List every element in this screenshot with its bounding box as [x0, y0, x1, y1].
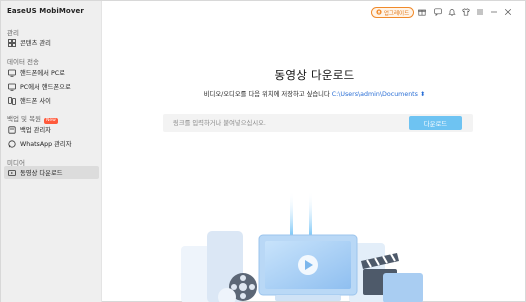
save-location-text: 비디오/오디오를 다음 위치에 저장하고 싶습니다 C:\Users\admin… — [102, 89, 526, 98]
sidebar-item-label: 동영상 다운로드 — [20, 170, 63, 177]
shirt-icon[interactable] — [461, 7, 471, 17]
section-title-text: 백업 및 복원 — [7, 115, 42, 123]
sidebar-item-label: 백업 관리자 — [20, 127, 51, 134]
phone-to-pc-icon — [8, 69, 16, 77]
upgrade-label: 업그레이드 — [383, 10, 410, 17]
sidebar-item-label: 핸드폰 사이 — [20, 98, 51, 105]
download-button[interactable]: 다운로드 — [409, 116, 462, 130]
sidebar-item-phone-to-pc[interactable]: 핸드폰에서 PC로 — [4, 66, 99, 79]
sidebar-item-whatsapp-manager[interactable]: WhatsApp 관리자 — [4, 137, 99, 150]
sidebar-item-video-download[interactable]: 동영상 다운로드 — [4, 166, 99, 179]
sidebar-item-pc-to-phone[interactable]: PC에서 핸드폰으로 — [4, 80, 99, 93]
chat-icon[interactable] — [433, 7, 443, 17]
video-download-icon — [8, 169, 16, 177]
save-path-value: C:\Users\admin\Documents — [331, 91, 418, 98]
sidebar-item-backup-manager[interactable]: 백업 관리자 — [4, 123, 99, 136]
sidebar-item-label: PC에서 핸드폰으로 — [20, 84, 71, 91]
sidebar-item-label: WhatsApp 관리자 — [20, 141, 72, 148]
sidebar-item-label: 콘텐츠 관리 — [20, 40, 51, 47]
section-title-transfer: 데이터 전송 — [7, 58, 39, 66]
url-input[interactable] — [173, 114, 403, 132]
sidebar-item-label: 핸드폰에서 PC로 — [20, 70, 65, 77]
title-bar: 업그레이드 — [102, 1, 526, 23]
illustration-graphic — [181, 191, 423, 302]
whatsapp-icon — [8, 139, 16, 148]
save-location-label: 비디오/오디오를 다음 위치에 저장하고 싶습니다 — [203, 91, 330, 98]
gift-icon[interactable] — [417, 7, 427, 17]
menu-icon[interactable] — [475, 7, 485, 17]
grid-icon — [8, 38, 16, 47]
sidebar-item-content-manage[interactable]: 콘텐츠 관리 — [4, 36, 99, 49]
save-path-selector[interactable]: C:\Users\admin\Documents ⬍ — [332, 91, 425, 98]
url-input-container: 다운로드 — [163, 114, 473, 132]
minimize-icon[interactable] — [489, 7, 499, 17]
chevron-updown-icon: ⬍ — [417, 91, 426, 98]
bell-icon[interactable] — [447, 7, 457, 17]
page-title: 동영상 다운로드 — [274, 68, 355, 82]
download-illustration — [171, 191, 431, 302]
sidebar-item-phone-to-phone[interactable]: 핸드폰 사이 — [4, 94, 99, 107]
upgrade-icon — [376, 8, 382, 17]
phone-to-phone-icon — [8, 96, 16, 105]
app-window: EaseUS MobiMover 관리 콘텐츠 관리 데이터 전송 핸드폰에서 … — [0, 0, 526, 302]
sidebar: EaseUS MobiMover 관리 콘텐츠 관리 데이터 전송 핸드폰에서 … — [1, 1, 102, 302]
upgrade-button[interactable]: 업그레이드 — [371, 7, 414, 18]
pc-to-phone-icon — [8, 83, 16, 91]
close-icon[interactable] — [503, 7, 513, 17]
backup-icon — [8, 125, 16, 134]
app-title: EaseUS MobiMover — [7, 7, 84, 15]
